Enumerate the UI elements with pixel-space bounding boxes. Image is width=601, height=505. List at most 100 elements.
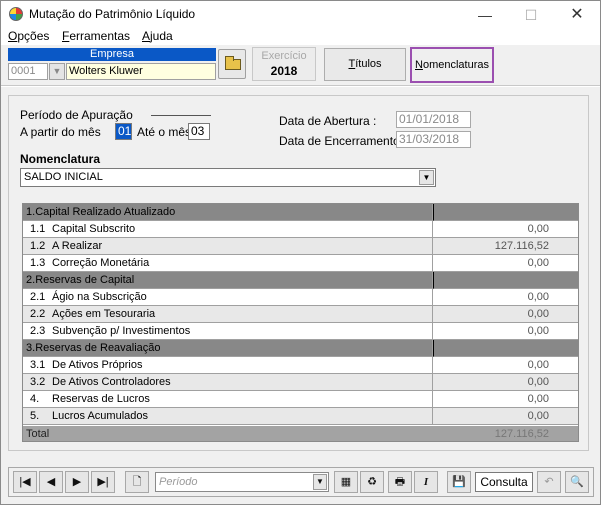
row-value-cell[interactable]: 0,00 [433, 391, 578, 408]
first-icon: |◀ [19, 476, 31, 488]
row-code: 4. [30, 393, 40, 405]
row-value-cell[interactable] [433, 340, 578, 357]
chevron-down-icon[interactable]: ▼ [419, 170, 434, 185]
row-label: Subvenção p/ Investimentos [52, 325, 191, 337]
row-value-cell[interactable]: 127.116,52 [433, 238, 578, 255]
row-code: 5. [30, 410, 40, 422]
open-folder-button[interactable] [218, 49, 246, 79]
maximize-button[interactable]: ☐ [508, 1, 554, 29]
row-label-cell: 5. Lucros Acumulados [23, 408, 433, 425]
row-label-cell: 3.1 De Ativos Próprios [23, 357, 433, 374]
row-code: 2.1 [30, 291, 46, 303]
empresa-name-field[interactable]: Wolters Kluwer [66, 63, 216, 80]
table-row[interactable]: 2.2 Ações em Tesouraria 0,00 [23, 306, 578, 323]
row-code: 3. [26, 342, 36, 354]
undo-icon: ↶ [544, 476, 554, 488]
recycle-icon: ♻ [367, 476, 377, 488]
table-row[interactable]: 3.1 De Ativos Próprios 0,00 [23, 357, 578, 374]
empresa-code-field[interactable]: 0001 [8, 63, 48, 80]
row-label-cell: 1.1 Capital Subscrito [23, 221, 433, 238]
row-label: De Ativos Controladores [52, 376, 171, 388]
prev-record-button[interactable]: ◀ [39, 471, 63, 493]
ate-mes-field[interactable]: 03 [188, 123, 210, 140]
exercicio-box: Exercício 2018 [252, 47, 316, 81]
chevron-down-icon[interactable]: ▼ [313, 474, 327, 490]
row-value-cell[interactable]: 0,00 [433, 221, 578, 238]
last-record-button[interactable]: ▶| [91, 471, 115, 493]
row-label: Ágio na Subscrição [52, 291, 147, 303]
close-button[interactable]: ✕ [554, 1, 600, 29]
row-label: Reservas de Lucros [52, 393, 150, 405]
italic-button[interactable]: I [414, 471, 438, 493]
table-row[interactable]: 5. Lucros Acumulados 0,00 [23, 408, 578, 425]
a-partir-label: A partir do mês [20, 125, 101, 139]
row-value-cell[interactable]: 0,00 [433, 323, 578, 340]
minimize-button[interactable]: — [462, 1, 508, 29]
mode-status: Consulta [475, 472, 533, 492]
periodo-label: Período de Apuração [20, 108, 133, 122]
row-code: 2. [26, 274, 36, 286]
row-label-cell: 2.2 Ações em Tesouraria [23, 306, 433, 323]
total-label: Total [23, 426, 433, 441]
group-row[interactable]: 2.Reservas de Capital [23, 272, 578, 289]
empresa-spin-button[interactable]: ▼ [49, 63, 65, 80]
row-value-cell[interactable]: 0,00 [433, 408, 578, 425]
row-label: Capital Subscrito [52, 223, 136, 235]
table-row[interactable]: 2.1 Ágio na Subscrição 0,00 [23, 289, 578, 306]
document-icon: 🗋 [132, 476, 142, 488]
abertura-field[interactable]: 01/01/2018 [396, 111, 471, 128]
next-icon: ▶ [72, 476, 82, 488]
row-label: Capital Realizado Atualizado [35, 206, 176, 218]
group-row[interactable]: 1.Capital Realizado Atualizado [23, 204, 578, 221]
title-bar: Mutação do Patrimônio Líquido — ☐ ✕ [1, 1, 600, 29]
table-row[interactable]: 3.2 De Ativos Controladores 0,00 [23, 374, 578, 391]
recycle-button[interactable]: ♻ [360, 471, 384, 493]
row-label-cell: 2.Reservas de Capital [23, 272, 433, 289]
binoculars-icon: 🔍 [570, 476, 584, 488]
row-code: 1.1 [30, 223, 46, 235]
nomenclatura-select[interactable]: SALDO INICIAL ▼ [20, 168, 436, 187]
new-document-button[interactable]: 🗋 [125, 471, 149, 493]
folder-icon [225, 56, 241, 70]
menu-ajuda[interactable]: Ajuda [142, 29, 173, 43]
calculator-button[interactable]: ▦ [334, 471, 358, 493]
menu-opcoes[interactable]: Opções [8, 29, 49, 43]
printer-icon: 🖶 [394, 476, 406, 488]
row-label-cell: 1.3 Correção Monetária [23, 255, 433, 272]
table-row[interactable]: 1.3 Correção Monetária 0,00 [23, 255, 578, 272]
table-row[interactable]: 1.2 A Realizar 127.116,52 [23, 238, 578, 255]
save-button[interactable]: 💾 [447, 471, 471, 493]
table-row[interactable]: 2.3 Subvenção p/ Investimentos 0,00 [23, 323, 578, 340]
nomenclatura-value: SALDO INICIAL [24, 171, 103, 183]
row-value-cell[interactable] [433, 204, 578, 221]
encerramento-label: Data de Encerramento : [279, 134, 407, 148]
row-value-cell[interactable]: 0,00 [433, 357, 578, 374]
row-value-cell[interactable]: 0,00 [433, 289, 578, 306]
periodo-select[interactable]: Período ▼ [155, 472, 329, 492]
total-row: Total 127.116,52 [23, 426, 578, 441]
titulos-button[interactable]: Títulos [324, 48, 406, 81]
next-record-button[interactable]: ▶ [65, 471, 89, 493]
first-record-button[interactable]: |◀ [13, 471, 37, 493]
undo-button[interactable]: ↶ [537, 471, 561, 493]
print-button[interactable]: 🖶 [388, 471, 412, 493]
row-value-cell[interactable]: 0,00 [433, 306, 578, 323]
table-row[interactable]: 4. Reservas de Lucros 0,00 [23, 391, 578, 408]
row-label-cell: 2.3 Subvenção p/ Investimentos [23, 323, 433, 340]
row-value-cell[interactable] [433, 272, 578, 289]
empresa-label: Empresa [8, 48, 216, 61]
row-value-cell[interactable]: 0,00 [433, 374, 578, 391]
nomenclaturas-button[interactable]: Nomenclaturas [410, 47, 494, 83]
row-label-cell: 4. Reservas de Lucros [23, 391, 433, 408]
find-button[interactable]: 🔍 [565, 471, 589, 493]
a-partir-mes-field[interactable]: 01 [115, 123, 132, 140]
table-row[interactable]: 1.1 Capital Subscrito 0,00 [23, 221, 578, 238]
row-code: 2.3 [30, 325, 46, 337]
group-row[interactable]: 3.Reservas de Reavaliação [23, 340, 578, 357]
encerramento-field[interactable]: 31/03/2018 [396, 131, 471, 148]
row-code: 1. [26, 206, 36, 218]
row-value-cell[interactable]: 0,00 [433, 255, 578, 272]
row-label-cell: 1.2 A Realizar [23, 238, 433, 255]
menu-ferramentas[interactable]: Ferramentas [62, 29, 130, 43]
row-label: Reservas de Reavaliação [35, 342, 161, 354]
